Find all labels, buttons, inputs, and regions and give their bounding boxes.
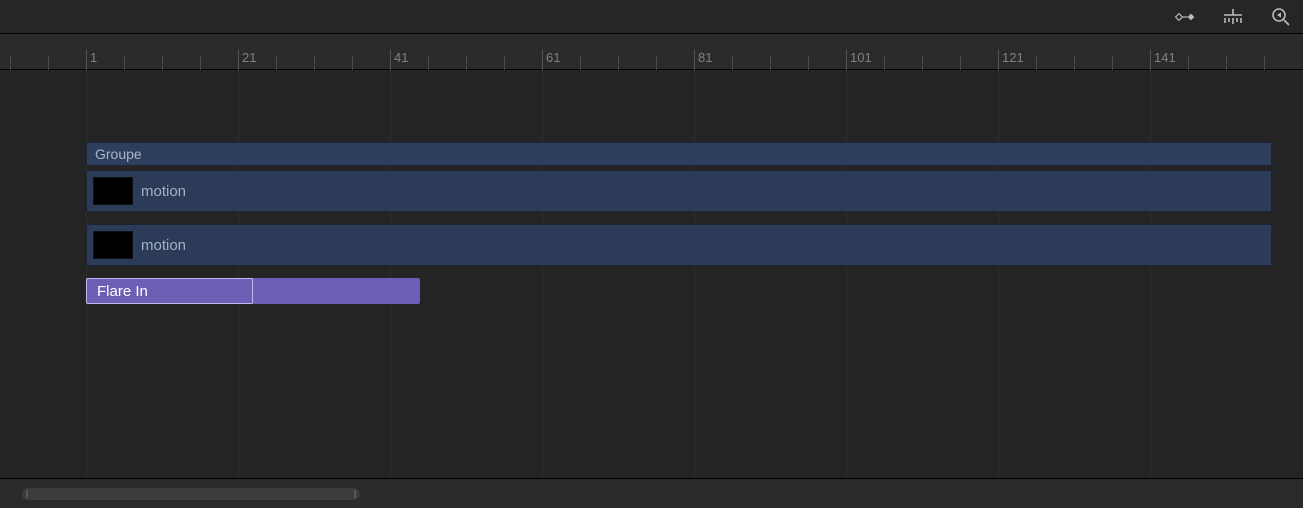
behavior-label: Flare In — [97, 283, 148, 300]
keyframe-thinning-icon[interactable] — [1173, 5, 1197, 29]
horizontal-scrollbar-track[interactable] — [22, 488, 1281, 500]
zoom-icon[interactable] — [1269, 5, 1293, 29]
ruler-tick-label: 81 — [698, 50, 712, 65]
layer-thumbnail — [93, 177, 133, 205]
timeline-ruler[interactable]: 121416181101121141 — [0, 34, 1303, 70]
toolbar-icons — [1173, 0, 1293, 34]
behavior-bar[interactable]: Flare In — [86, 278, 420, 304]
layer-bar[interactable]: motion — [86, 224, 1272, 266]
layer-thumbnail — [93, 231, 133, 259]
toolbar — [0, 0, 1303, 34]
layer-bar[interactable]: motion — [86, 170, 1272, 212]
timeline-canvas[interactable]: Groupe motion motion Flare In — [0, 70, 1303, 478]
layer-label: motion — [141, 183, 186, 200]
ruler-tick-label: 41 — [394, 50, 408, 65]
scrollbar-handle-right[interactable] — [354, 490, 356, 498]
ruler-tick-label: 121 — [1002, 50, 1024, 65]
horizontal-scrollbar-thumb[interactable] — [22, 488, 360, 500]
ruler-tick-label: 1 — [90, 50, 97, 65]
timeline-footer — [0, 478, 1303, 508]
snapping-icon[interactable] — [1221, 5, 1245, 29]
behavior-label-box[interactable]: Flare In — [86, 278, 253, 304]
group-bar[interactable]: Groupe — [86, 142, 1272, 166]
group-label: Groupe — [95, 146, 142, 162]
ruler-tick-label: 141 — [1154, 50, 1176, 65]
ruler-tick-label: 61 — [546, 50, 560, 65]
ruler-tick-label: 101 — [850, 50, 872, 65]
layer-label: motion — [141, 237, 186, 254]
scrollbar-handle-left[interactable] — [26, 490, 28, 498]
ruler-tick-label: 21 — [242, 50, 256, 65]
